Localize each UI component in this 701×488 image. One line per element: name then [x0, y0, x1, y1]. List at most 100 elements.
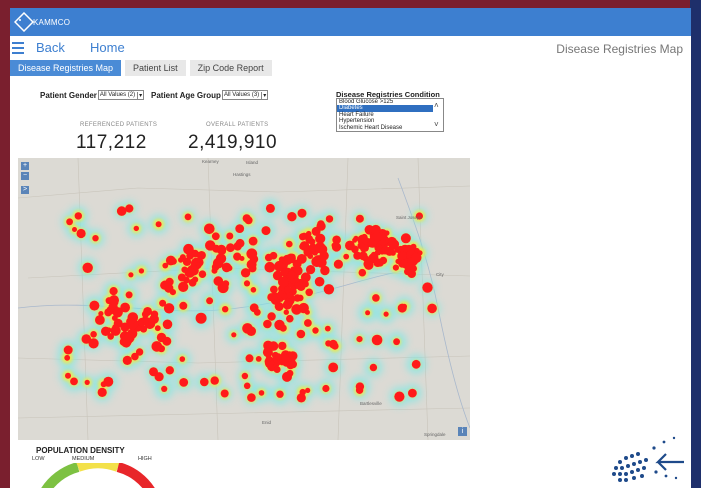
page-title: Disease Registries Map — [556, 42, 683, 56]
heat-spot-hot — [411, 359, 421, 369]
heat-spot-hot — [275, 353, 282, 360]
heat-spot-hot — [392, 264, 399, 271]
heat-spot-hot — [273, 366, 281, 373]
age-select[interactable]: All Values (3) ▾ — [221, 90, 269, 100]
heat-spot-hot — [323, 284, 335, 295]
density-low-label: LOW — [32, 456, 45, 462]
heat-spot-hot — [305, 387, 311, 393]
home-link[interactable]: Home — [90, 40, 125, 55]
heat-spot-hot — [314, 276, 325, 287]
heat-spot-hot — [70, 377, 78, 386]
expand-panel-button[interactable]: > — [21, 186, 29, 194]
heat-spot-hot — [400, 233, 411, 244]
heat-map-canvas[interactable] — [18, 158, 470, 440]
heat-spot-hot — [267, 293, 276, 302]
heat-spot-hot — [265, 355, 273, 362]
heat-spot-hot — [149, 367, 158, 377]
heat-spot-hot — [365, 257, 372, 263]
heat-spot-hot — [195, 312, 207, 324]
heat-spot-hot — [322, 384, 330, 393]
age-filter-label: Patient Age Group — [151, 90, 221, 100]
heat-spot-hot — [278, 341, 287, 351]
heat-spot-hot — [305, 235, 313, 243]
heat-spot-hot — [371, 334, 383, 346]
heat-spot-hot — [182, 257, 192, 266]
heat-spot-hot — [206, 297, 214, 305]
heat-spot-hot — [289, 360, 297, 369]
heat-spot-hot — [407, 257, 415, 265]
heat-spot-hot — [245, 354, 254, 363]
heat-spot-hot — [417, 250, 423, 256]
heat-spot-hot — [162, 262, 169, 269]
tab-disease-registries-map[interactable]: Disease Registries Map — [10, 60, 122, 76]
heat-spot-hot — [210, 376, 219, 385]
heat-spot-hot — [282, 254, 293, 265]
heat-spot-hot — [408, 388, 417, 398]
heat-spot-hot — [355, 386, 364, 394]
heat-spot-hot — [267, 312, 276, 321]
heat-spot-hot — [76, 228, 86, 239]
heat-spot-hot — [198, 270, 207, 278]
zoom-out-button[interactable]: − — [21, 172, 29, 180]
heat-spot-hot — [233, 252, 242, 261]
heat-spot-hot — [222, 280, 230, 288]
heat-map[interactable]: + − > i Kearney Island Hastings Saint Jo… — [18, 158, 470, 440]
heat-spot-hot — [394, 391, 405, 402]
density-medium-label: MEDIUM — [72, 456, 95, 462]
tab-zip-code-report[interactable]: Zip Code Report — [189, 60, 272, 76]
heat-spot-hot — [372, 231, 382, 242]
heat-spot-hot — [317, 220, 325, 228]
heat-spot-hot — [109, 288, 117, 295]
tab-patient-list[interactable]: Patient List — [125, 60, 186, 76]
gender-filter: Patient Gender All Values (2) ▾ — [40, 90, 145, 100]
chevron-down-icon: ▾ — [137, 91, 143, 99]
zoom-in-button[interactable]: + — [21, 162, 29, 170]
heat-spot-hot — [163, 303, 175, 314]
chevron-up-icon[interactable]: ˄ — [434, 101, 439, 110]
referenced-patients-value: 117,212 — [76, 132, 147, 153]
brand-logo[interactable]: KAMMCO — [14, 12, 70, 32]
heat-spot-hot — [97, 387, 107, 397]
heat-spot-hot — [125, 204, 134, 213]
map-place-label: Enid — [262, 420, 272, 425]
back-link[interactable]: Back — [36, 40, 65, 55]
heat-spot-hot — [211, 267, 218, 274]
heat-spot-hot — [243, 382, 251, 390]
heat-spot-hot — [204, 223, 215, 235]
heat-spot-hot — [397, 303, 407, 313]
hamburger-menu-icon[interactable] — [12, 42, 24, 54]
brand-name: KAMMCO — [33, 17, 71, 27]
chevron-down-icon[interactable]: ˅ — [434, 120, 439, 129]
heat-spot-hot — [178, 281, 189, 292]
heat-spot-hot — [74, 212, 82, 220]
listbox-scrollbar[interactable]: ˄ ˅ — [433, 99, 443, 131]
heat-spot-hot — [318, 244, 326, 252]
heat-spot-hot — [155, 221, 162, 228]
heat-spot-hot — [422, 282, 433, 293]
heat-spot-hot — [64, 354, 71, 361]
heat-spot-hot — [286, 314, 294, 323]
heat-spot-hot — [264, 253, 273, 262]
condition-listbox[interactable]: Blood Glucose >125 Diabetes Heart Failur… — [336, 98, 444, 132]
heat-spot-hot — [255, 356, 262, 362]
map-place-label: Saint Joseph — [396, 215, 423, 220]
heat-spot-hot — [395, 258, 401, 265]
heat-spot-hot — [89, 300, 100, 311]
heat-spot-hot — [128, 272, 134, 278]
heat-spot-hot — [243, 280, 251, 287]
heat-spot-hot — [72, 227, 77, 232]
heat-spot-hot — [200, 377, 209, 387]
map-info-button[interactable]: i — [458, 427, 467, 436]
heat-spot-hot — [263, 319, 272, 329]
condition-option[interactable]: Ischemic Heart Disease — [337, 125, 433, 131]
heat-spot-hot — [240, 268, 251, 278]
heat-spot-hot — [258, 390, 265, 396]
heat-spot-hot — [84, 379, 90, 385]
heat-spot-hot — [345, 240, 355, 251]
heat-spot-hot — [250, 287, 257, 293]
heat-spot-hot — [177, 273, 186, 282]
heat-spot-hot — [282, 371, 292, 382]
heat-spot-hot — [247, 393, 256, 402]
heat-spot-hot — [320, 265, 330, 276]
gender-select[interactable]: All Values (2) ▾ — [97, 90, 145, 100]
